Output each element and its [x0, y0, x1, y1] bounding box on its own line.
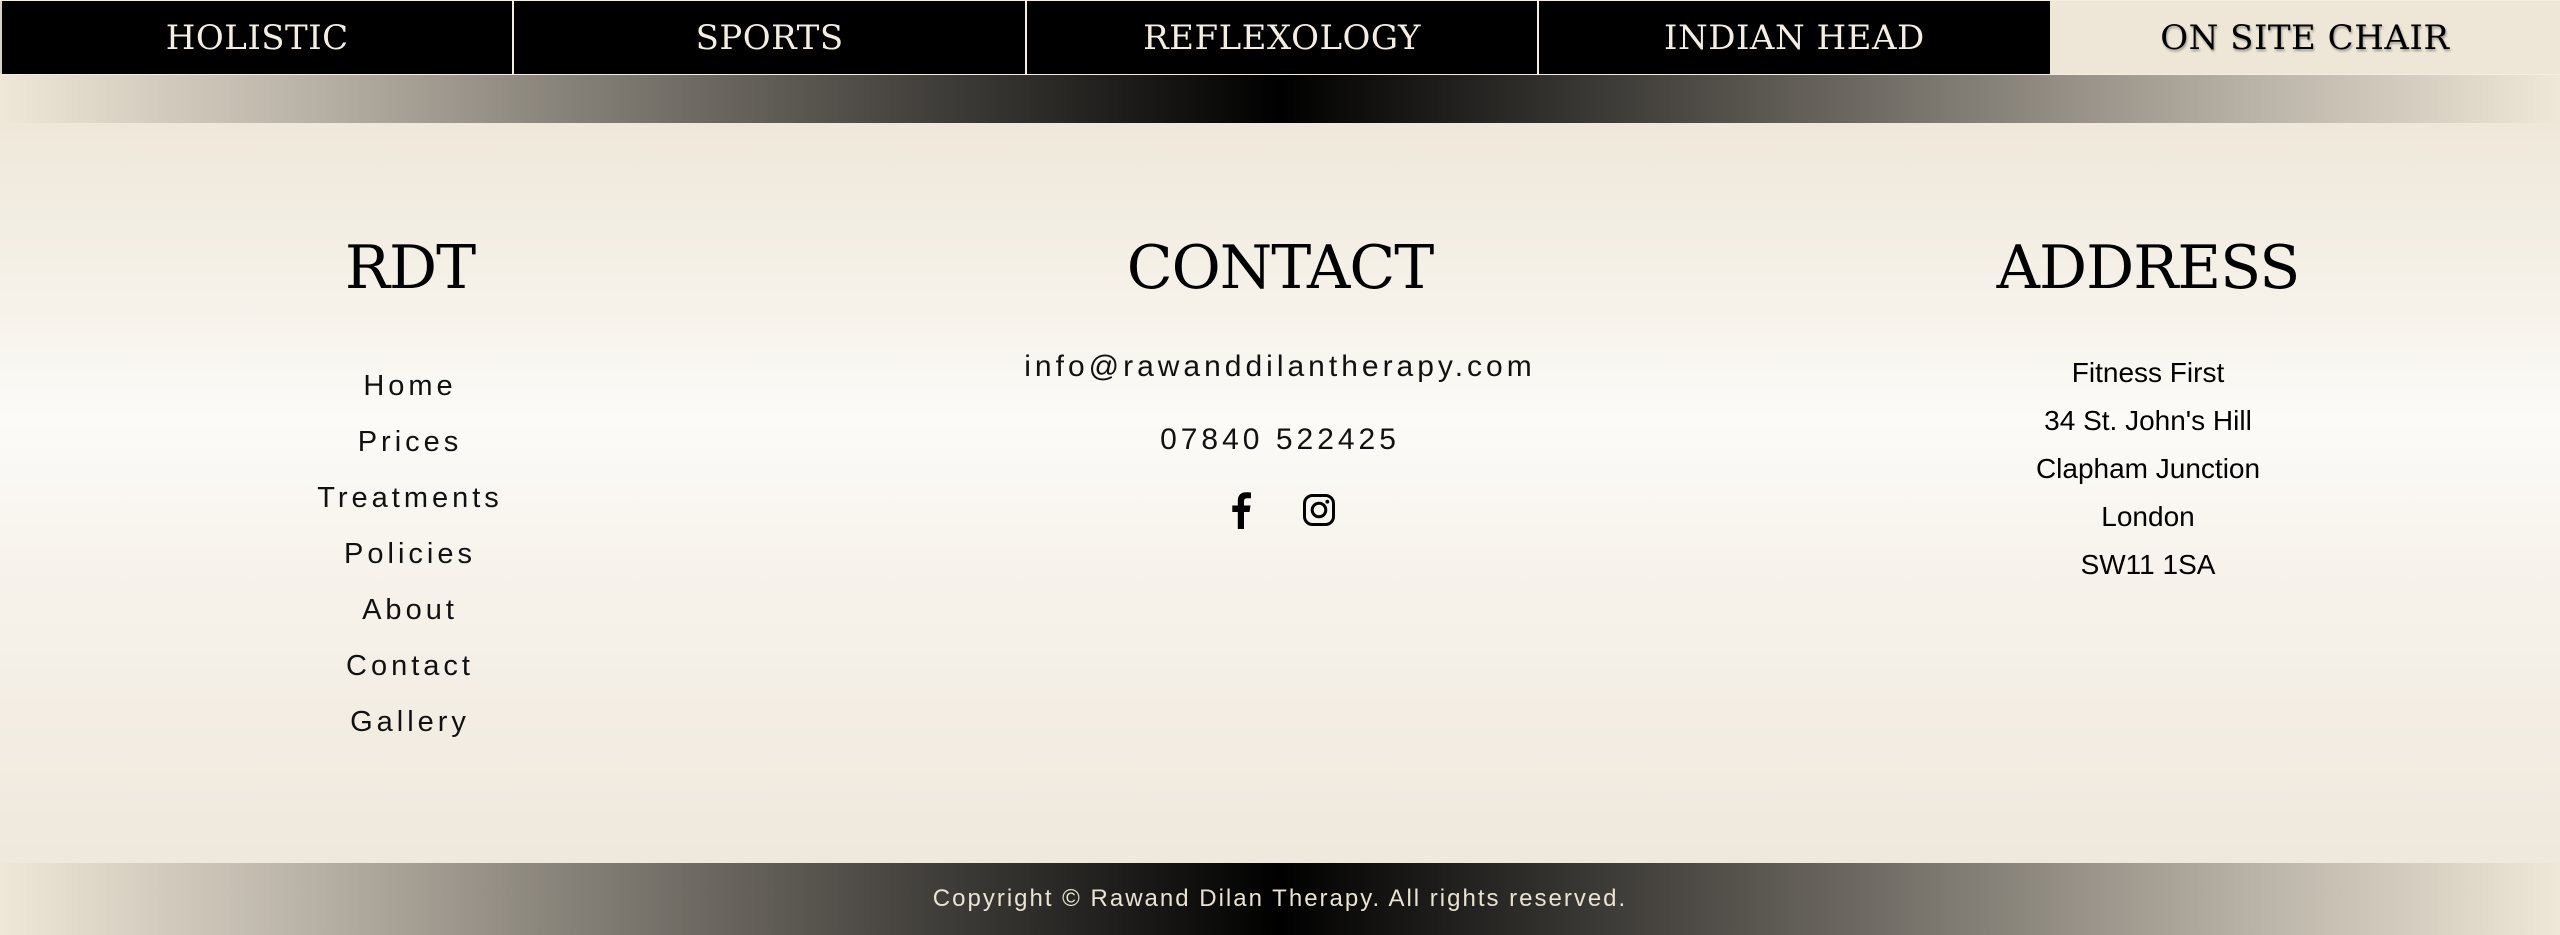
tab-indian-head[interactable]: INDIAN HEAD	[1537, 1, 2050, 74]
address-line: London	[2101, 501, 2195, 532]
contact-email-link[interactable]: info@rawanddilantherapy.com	[880, 350, 1680, 384]
facebook-icon[interactable]	[1223, 490, 1259, 530]
footer-nav: Home Prices Treatments Policies About Co…	[210, 358, 610, 750]
address-line: 34 St. John's Hill	[2044, 405, 2252, 436]
address-line: Fitness First	[2071, 357, 2225, 388]
footer-link-prices[interactable]: Prices	[210, 414, 610, 470]
address-block: Fitness First 34 St. John's Hill Clapham…	[1948, 349, 2348, 589]
footer-link-home[interactable]: Home	[210, 358, 610, 414]
treatment-tabs: HOLISTIC SPORTS REFLEXOLOGY INDIAN HEAD …	[0, 0, 2560, 75]
footer-link-about[interactable]: About	[210, 582, 610, 638]
tab-sports[interactable]: SPORTS	[512, 1, 1025, 74]
address-line: Clapham Junction	[2035, 453, 2261, 484]
copyright-bar: Copyright © Rawand Dilan Therapy. All ri…	[0, 863, 2560, 935]
footer-link-policies[interactable]: Policies	[210, 526, 610, 582]
contact-heading: CONTACT	[1126, 233, 1435, 303]
footer: RDT Home Prices Treatments Policies Abou…	[0, 123, 2560, 863]
contact-phone-link[interactable]: 07840 522425	[880, 423, 1680, 457]
tab-holistic[interactable]: HOLISTIC	[0, 1, 513, 74]
footer-link-treatments[interactable]: Treatments	[210, 470, 610, 526]
rdt-heading: RDT	[344, 233, 476, 303]
tab-on-site-chair[interactable]: ON SITE CHAIR	[2049, 1, 2560, 74]
footer-link-gallery[interactable]: Gallery	[210, 694, 610, 750]
tab-reflexology[interactable]: REFLEXOLOGY	[1024, 1, 1538, 74]
copyright-text: Copyright © Rawand Dilan Therapy. All ri…	[932, 885, 1628, 912]
footer-link-contact[interactable]: Contact	[210, 638, 610, 694]
address-line: SW11 1SA	[2080, 549, 2216, 580]
top-gradient-divider	[0, 75, 2560, 123]
instagram-icon[interactable]	[1301, 490, 1337, 530]
address-heading: ADDRESS	[1996, 233, 2301, 303]
social-links	[880, 490, 1680, 530]
